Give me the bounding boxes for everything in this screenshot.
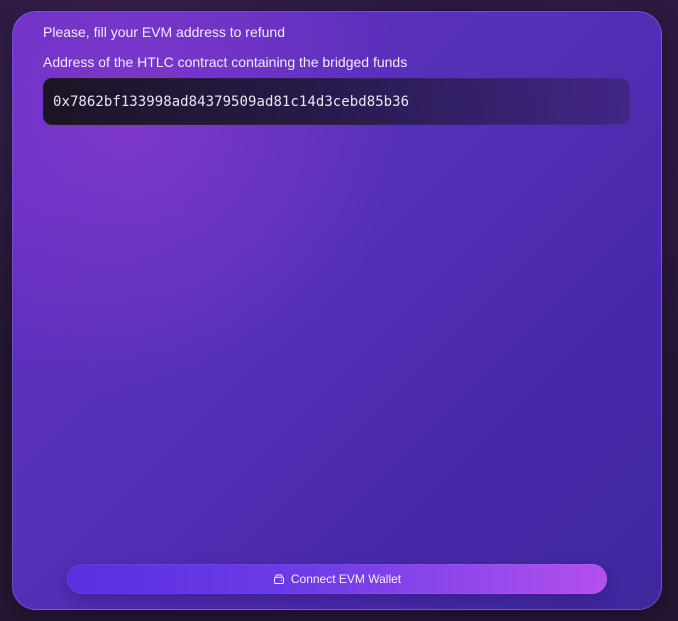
connect-evm-wallet-label: Connect EVM Wallet bbox=[290, 572, 402, 586]
panel-title: Please, fill your EVM address to refund bbox=[43, 24, 286, 40]
wallet-icon bbox=[273, 573, 285, 585]
refund-panel: Please, fill your EVM address to refund … bbox=[12, 11, 662, 610]
htlc-address-label: Address of the HTLC contract containing … bbox=[43, 54, 408, 70]
htlc-address-input[interactable]: 0x7862bf133998ad84379509ad81c14d3cebd85b… bbox=[43, 78, 630, 125]
connect-evm-wallet-button[interactable]: Connect EVM Wallet bbox=[67, 564, 607, 594]
